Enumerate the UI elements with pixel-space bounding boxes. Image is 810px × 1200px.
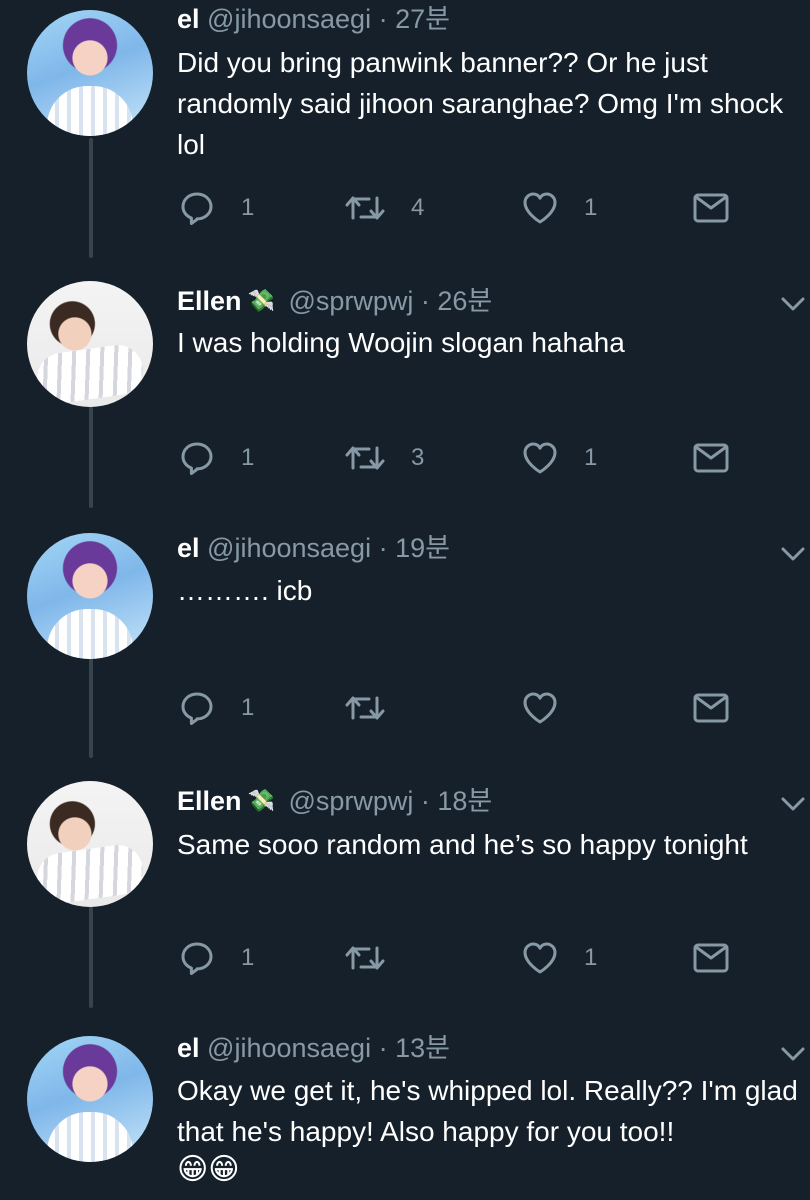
- handle[interactable]: @jihoonsaegi: [207, 4, 371, 34]
- tweet-text: Did you bring panwink banner?? Or he jus…: [177, 47, 784, 160]
- timestamp[interactable]: · 27분: [379, 4, 450, 34]
- handle[interactable]: @sprwpwj: [288, 786, 413, 816]
- reply-button[interactable]: 1: [177, 688, 254, 728]
- reply-button[interactable]: 1: [177, 938, 254, 978]
- reply-count: 1: [241, 444, 255, 471]
- reply-count: 1: [241, 194, 255, 221]
- reply-count: 1: [241, 944, 255, 971]
- tweet-actions: 1 3 1: [177, 438, 797, 478]
- like-button[interactable]: 1: [520, 188, 597, 228]
- tweet-text: Same sooo random and he’s so happy tonig…: [177, 829, 748, 860]
- direct-message-button[interactable]: [691, 188, 731, 228]
- avatar[interactable]: [27, 281, 153, 407]
- retweet-button[interactable]: [343, 688, 387, 728]
- heart-icon: [523, 692, 557, 724]
- retweet-button[interactable]: 4: [343, 188, 424, 228]
- retweet-count: 4: [411, 194, 425, 221]
- timestamp[interactable]: · 26분: [421, 286, 492, 316]
- like-button[interactable]: [520, 688, 560, 728]
- like-count: 1: [584, 444, 598, 471]
- display-name[interactable]: el: [177, 4, 200, 34]
- like-count: 1: [584, 194, 598, 221]
- like-button[interactable]: 1: [520, 938, 597, 978]
- tweet-header: el @jihoonsaegi · 13분: [177, 1031, 450, 1065]
- tweet-header: Ellen 💸 @sprwpwj · 18분: [177, 784, 492, 818]
- timestamp[interactable]: · 19분: [379, 533, 450, 563]
- retweet-count: 3: [411, 444, 425, 471]
- chevron-down-icon[interactable]: [780, 1044, 806, 1064]
- thread-connector: [89, 138, 93, 258]
- reply-icon: [181, 942, 213, 975]
- handle[interactable]: @jihoonsaegi: [207, 1033, 371, 1063]
- envelope-icon: [693, 693, 729, 723]
- display-name[interactable]: el: [177, 1033, 200, 1063]
- avatar[interactable]: [27, 1036, 153, 1162]
- reply-count: 1: [241, 694, 255, 721]
- tweet-text: Okay we get it, he's whipped lol. Really…: [177, 1075, 798, 1147]
- timestamp[interactable]: · 13분: [379, 1033, 450, 1063]
- reply-button[interactable]: 1: [177, 188, 254, 228]
- money-emoji: 💸: [247, 288, 275, 313]
- retweet-button[interactable]: [343, 938, 387, 978]
- reply-button[interactable]: 1: [177, 438, 254, 478]
- envelope-icon: [693, 943, 729, 973]
- like-count: 1: [584, 944, 598, 971]
- grinning-emoji-row: 😁😁: [177, 1153, 240, 1186]
- timestamp[interactable]: · 18분: [421, 786, 492, 816]
- chevron-down-icon[interactable]: [780, 794, 806, 814]
- chevron-down-icon[interactable]: [780, 544, 806, 564]
- tweet-actions: 1 1: [177, 938, 797, 978]
- heart-icon: [523, 192, 557, 224]
- retweet-icon: [345, 446, 385, 470]
- retweet-icon: [345, 196, 385, 220]
- retweet-icon: [345, 696, 385, 720]
- conversation-thread: el @jihoonsaegi · 27분 Did you bring panw…: [0, 0, 810, 1200]
- display-name[interactable]: el: [177, 533, 200, 563]
- tweet-actions: 1 4 1: [177, 188, 797, 228]
- heart-icon: [523, 942, 557, 974]
- handle[interactable]: @sprwpwj: [288, 286, 413, 316]
- direct-message-button[interactable]: [691, 688, 731, 728]
- money-emoji: 💸: [247, 788, 275, 813]
- like-button[interactable]: 1: [520, 438, 597, 478]
- display-name[interactable]: Ellen: [177, 786, 242, 816]
- direct-message-button[interactable]: [691, 438, 731, 478]
- envelope-icon: [693, 193, 729, 223]
- tweet-text: ………. icb: [177, 575, 313, 606]
- avatar[interactable]: [27, 781, 153, 907]
- retweet-icon: [345, 946, 385, 970]
- display-name[interactable]: Ellen: [177, 286, 242, 316]
- direct-message-button[interactable]: [691, 938, 731, 978]
- tweet-header: Ellen 💸 @sprwpwj · 26분: [177, 284, 492, 318]
- reply-icon: [181, 692, 213, 725]
- reply-icon: [181, 442, 213, 475]
- avatar[interactable]: [27, 10, 153, 136]
- tweet-header: el @jihoonsaegi · 27분: [177, 2, 450, 36]
- heart-icon: [523, 442, 557, 474]
- avatar[interactable]: [27, 533, 153, 659]
- tweet-actions: 1: [177, 688, 797, 728]
- reply-icon: [181, 192, 213, 225]
- tweet-header: el @jihoonsaegi · 19분: [177, 531, 450, 565]
- handle[interactable]: @jihoonsaegi: [207, 533, 371, 563]
- retweet-button[interactable]: 3: [343, 438, 424, 478]
- chevron-down-icon[interactable]: [780, 294, 806, 314]
- tweet-text: I was holding Woojin slogan hahaha: [177, 327, 625, 358]
- envelope-icon: [693, 443, 729, 473]
